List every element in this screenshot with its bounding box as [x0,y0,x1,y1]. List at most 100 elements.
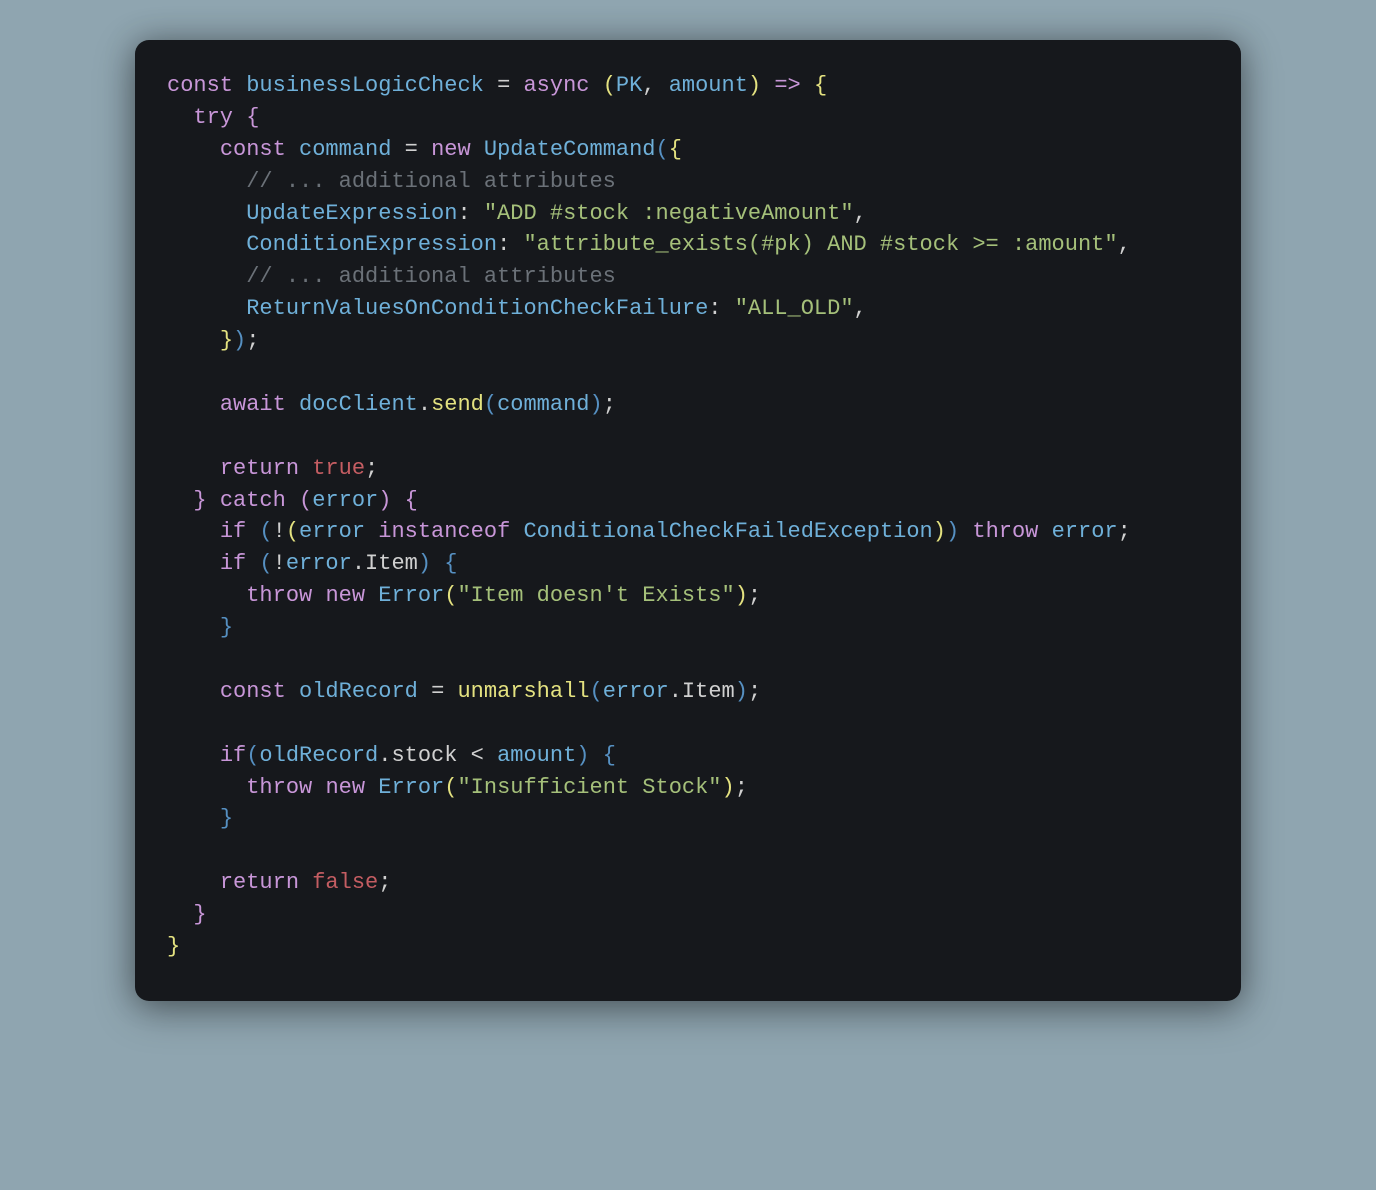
paren-open: ( [444,583,457,608]
kw-catch: catch [220,488,286,513]
bool-true: true [312,456,365,481]
kw-if: if [220,519,246,544]
brace-close: } [220,615,233,640]
brace-close: } [220,806,233,831]
brace-open: { [669,137,682,162]
kw-throw: throw [972,519,1038,544]
paren-close: ) [378,488,391,513]
id-command: command [497,392,589,417]
key-updateexpression: UpdateExpression [246,201,457,226]
kw-await: await [220,392,286,417]
paren-close: ) [748,73,761,98]
id-error: error [286,551,352,576]
brace-close: } [167,934,180,959]
paren-close: ) [735,679,748,704]
comment: // ... additional attributes [246,264,616,289]
comma: , [854,201,867,226]
semi: ; [1118,519,1131,544]
paren-open: ( [286,519,299,544]
paren-open: ( [259,551,272,576]
semi: ; [246,328,259,353]
paren-close: ) [722,775,735,800]
dot: . [352,551,365,576]
kw-new: new [325,775,365,800]
semi: ; [748,583,761,608]
fn-unmarshall: unmarshall [457,679,589,704]
kw-async: async [523,73,589,98]
id-error: error [1052,519,1118,544]
prop-item: Item [682,679,735,704]
kw-if: if [220,743,246,768]
paren-open: ( [590,679,603,704]
dot: . [418,392,431,417]
paren-close: ) [576,743,589,768]
key-returnvalues: ReturnValuesOnConditionCheckFailure [246,296,708,321]
prop-stock: stock [391,743,457,768]
kw-new: new [325,583,365,608]
colon: : [497,232,510,257]
class-error: Error [378,583,444,608]
paren-close: ) [233,328,246,353]
brace-open: { [405,488,418,513]
kw-const: const [220,679,286,704]
bool-false: false [312,870,378,895]
fn-name: businessLogicCheck [246,73,484,98]
paren-open: ( [484,392,497,417]
paren-open: ( [444,775,457,800]
kw-return: return [220,456,299,481]
paren-close: ) [418,551,431,576]
eq: = [497,73,510,98]
id-error: error [299,519,365,544]
kw-throw: throw [246,775,312,800]
semi: ; [378,870,391,895]
comment: // ... additional attributes [246,169,616,194]
paren-open: ( [259,519,272,544]
kw-throw: throw [246,583,312,608]
kw-const: const [220,137,286,162]
param-amount: amount [669,73,748,98]
paren-close: ) [735,583,748,608]
not: ! [273,551,286,576]
kw-instanceof: instanceof [378,519,510,544]
id-oldrecord: oldRecord [259,743,378,768]
code-block: const businessLogicCheck = async ( PK, am… [167,70,1209,963]
brace-open: { [444,551,457,576]
not: ! [273,519,286,544]
method-send: send [431,392,484,417]
brace-close: } [193,488,206,513]
eq: = [405,137,418,162]
class-updatecommand: UpdateCommand [484,137,656,162]
arrow: => [774,73,800,98]
kw-try: try [193,105,233,130]
id-docclient: docClient [299,392,418,417]
semi: ; [365,456,378,481]
lt: < [471,743,484,768]
paren-close: ) [946,519,959,544]
comma: , [642,73,668,98]
semi: ; [603,392,616,417]
brace-close: } [220,328,233,353]
string-literal: "Item doesn't Exists" [457,583,734,608]
colon: : [708,296,721,321]
id-error: error [603,679,669,704]
brace-open: { [246,105,259,130]
semi: ; [748,679,761,704]
kw-if: if [220,551,246,576]
param-pk: PK [616,73,642,98]
string-literal: "attribute_exists(#pk) AND #stock >= :am… [523,232,1117,257]
id-error: error [312,488,378,513]
string-literal: "Insufficient Stock" [457,775,721,800]
class-exception: ConditionalCheckFailedException [523,519,932,544]
paren-open: ( [246,743,259,768]
paren-close: ) [590,392,603,417]
brace-close: } [193,902,206,927]
comma: , [1118,232,1131,257]
class-error: Error [378,775,444,800]
eq: = [431,679,444,704]
prop-item: Item [365,551,418,576]
var-oldrecord: oldRecord [299,679,418,704]
kw-const: const [167,73,233,98]
kw-return: return [220,870,299,895]
paren-close: ) [933,519,946,544]
brace-open: { [603,743,616,768]
